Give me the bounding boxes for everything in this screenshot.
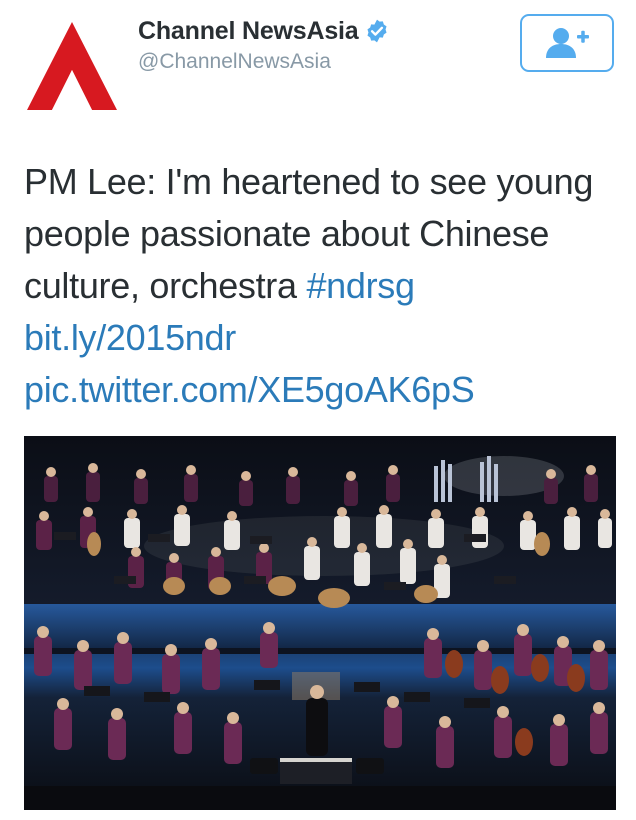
- bottom-spacer: [0, 810, 636, 820]
- short-link[interactable]: bit.ly/2015ndr: [24, 317, 236, 358]
- tweet-header: Channel NewsAsia @ChannelNewsAsia: [138, 14, 390, 74]
- tweet-card: Channel NewsAsia @ChannelNewsAsia PM Lee…: [0, 0, 636, 820]
- display-name[interactable]: Channel NewsAsia: [138, 17, 359, 46]
- hashtag-link[interactable]: #ndrsg: [306, 265, 415, 306]
- follow-button[interactable]: [520, 14, 614, 72]
- verified-badge-icon: [367, 19, 388, 43]
- handle[interactable]: @ChannelNewsAsia: [138, 50, 390, 74]
- pic-link[interactable]: pic.twitter.com/XE5goAK6pS: [24, 369, 475, 410]
- display-name-row: Channel NewsAsia: [138, 14, 390, 48]
- tweet-text: PM Lee: I'm heartened to see young peopl…: [24, 156, 624, 416]
- cna-logo-icon[interactable]: [22, 18, 122, 118]
- orchestra-photo[interactable]: [24, 436, 616, 810]
- follow-user-plus-icon: [546, 28, 589, 58]
